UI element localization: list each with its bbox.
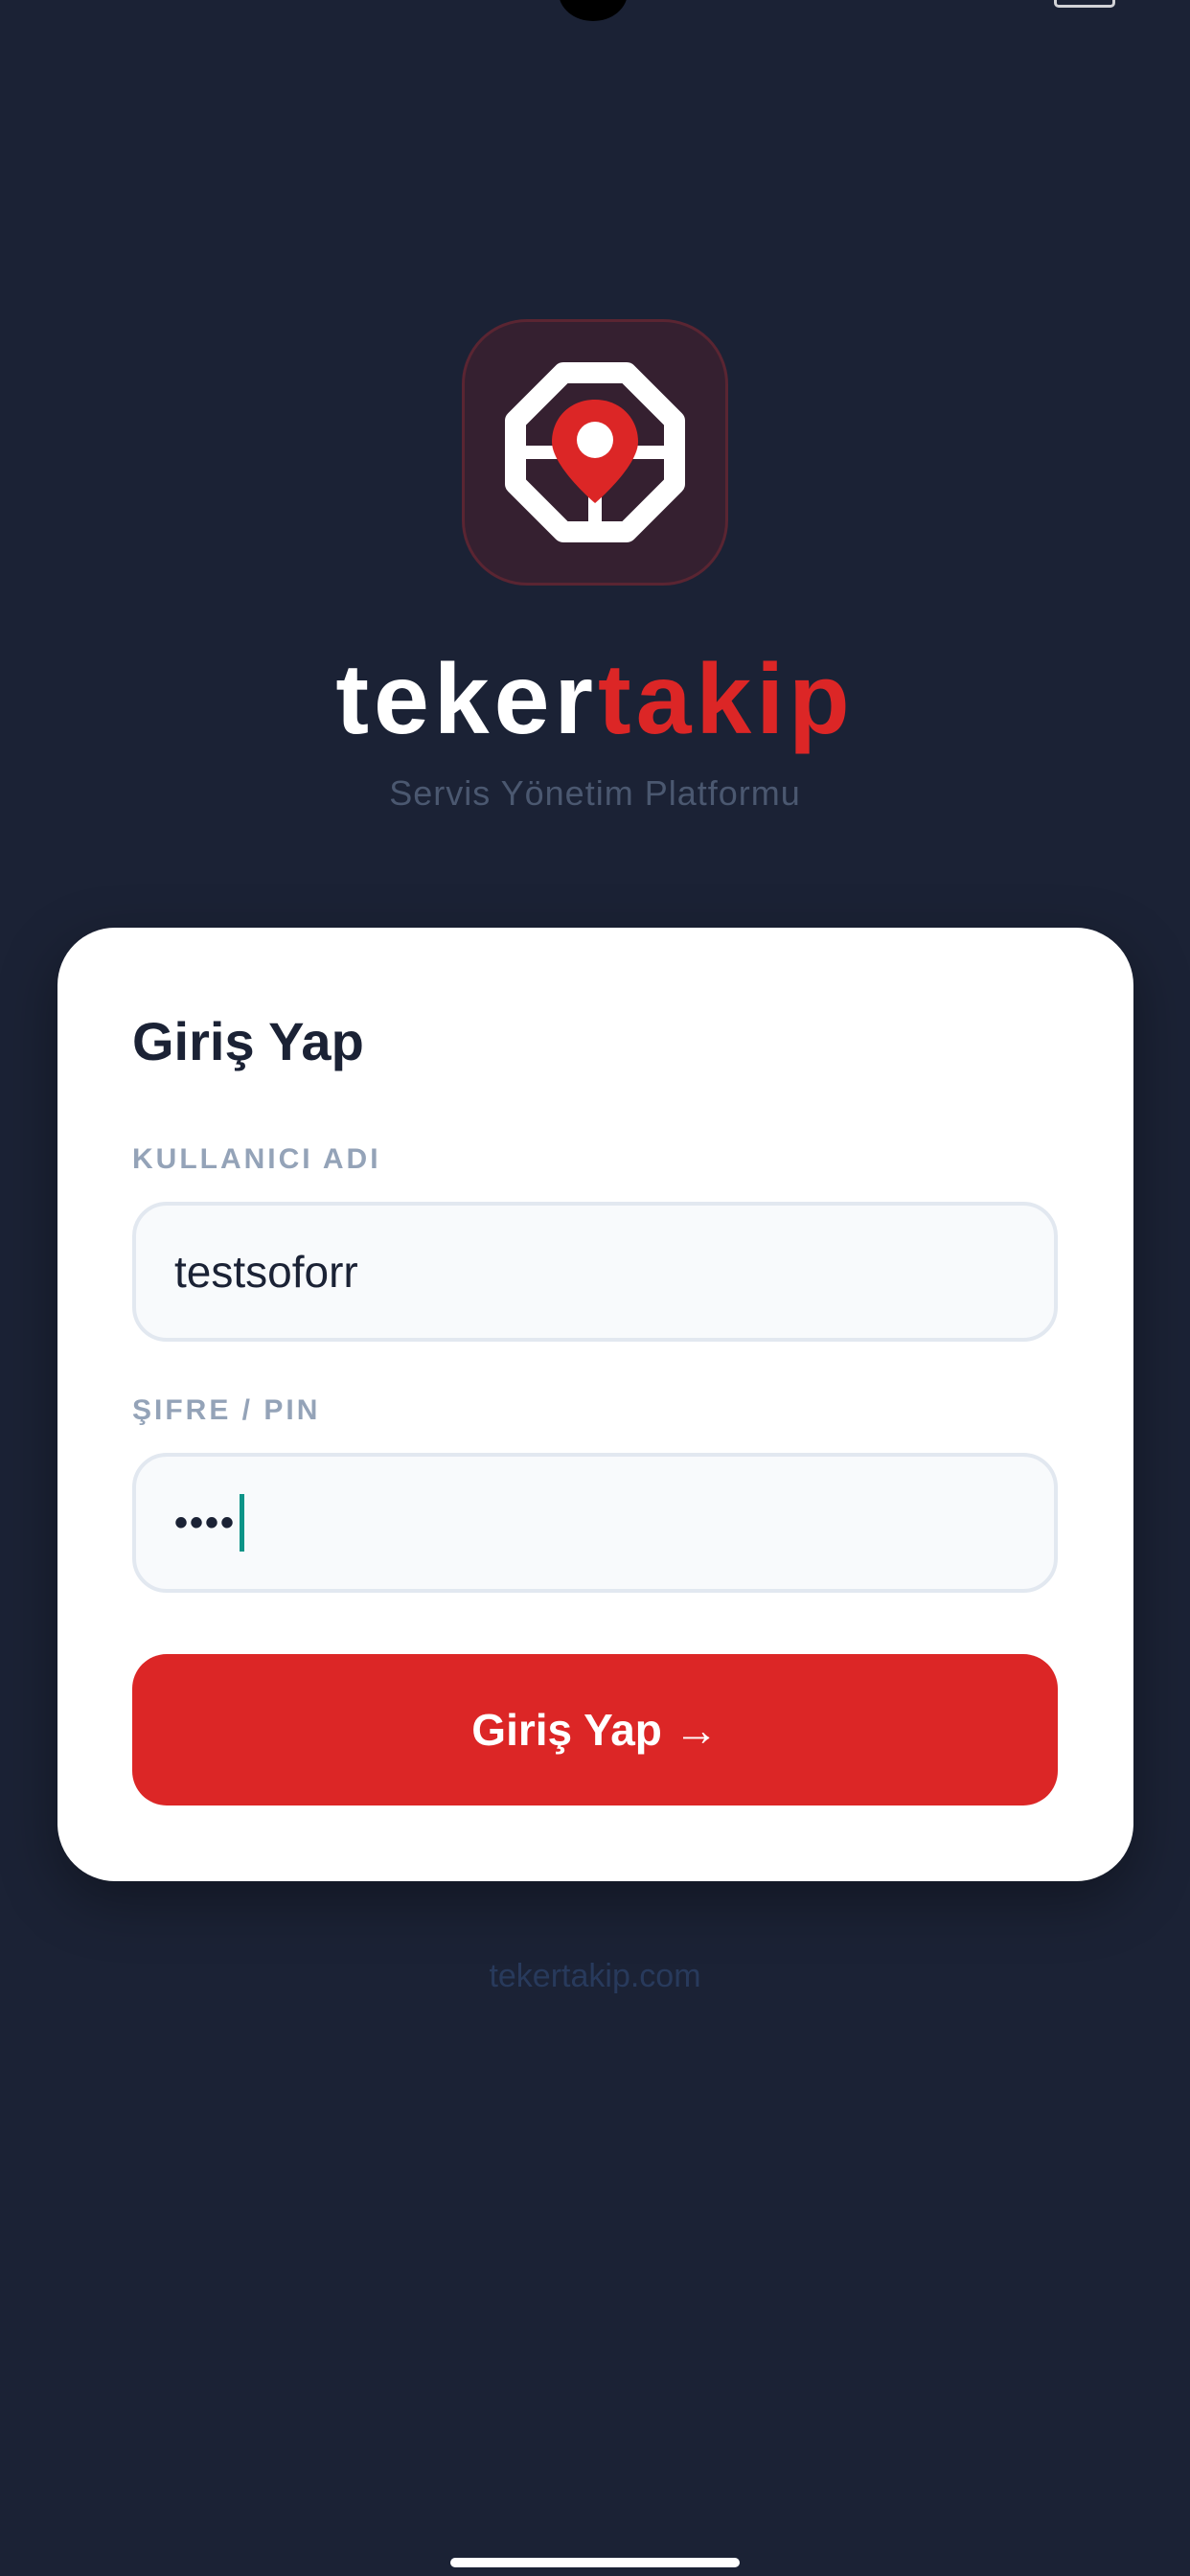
brand-tagline: Servis Yönetim Platformu bbox=[389, 773, 801, 813]
username-label: KULLANICI ADI bbox=[132, 1143, 381, 1175]
text-caret bbox=[240, 1494, 245, 1552]
home-indicator[interactable] bbox=[450, 2558, 740, 2567]
camera-cutout bbox=[559, 0, 628, 21]
password-label: ŞIFRE / PIN bbox=[132, 1394, 321, 1426]
brand-name-part2: takip bbox=[597, 644, 855, 755]
password-value: •••• bbox=[174, 1501, 237, 1544]
login-title: Giriş Yap bbox=[132, 1011, 364, 1071]
app-logo bbox=[462, 319, 728, 586]
username-value: testsoforr bbox=[174, 1247, 358, 1297]
login-card: Giriş Yap KULLANICI ADI testsoforr ŞIFRE… bbox=[57, 928, 1133, 1881]
password-input[interactable]: •••• bbox=[132, 1453, 1058, 1593]
brand-name-part1: teker bbox=[335, 644, 598, 755]
website-link[interactable]: tekertakip.com bbox=[0, 1958, 1190, 1995]
username-input[interactable]: testsoforr bbox=[132, 1202, 1058, 1342]
steering-wheel-location-pin-icon bbox=[505, 362, 685, 542]
battery-icon bbox=[1054, 0, 1115, 8]
brand-name: tekertakip bbox=[0, 637, 1190, 762]
login-button[interactable]: Giriş Yap → bbox=[132, 1654, 1058, 1806]
